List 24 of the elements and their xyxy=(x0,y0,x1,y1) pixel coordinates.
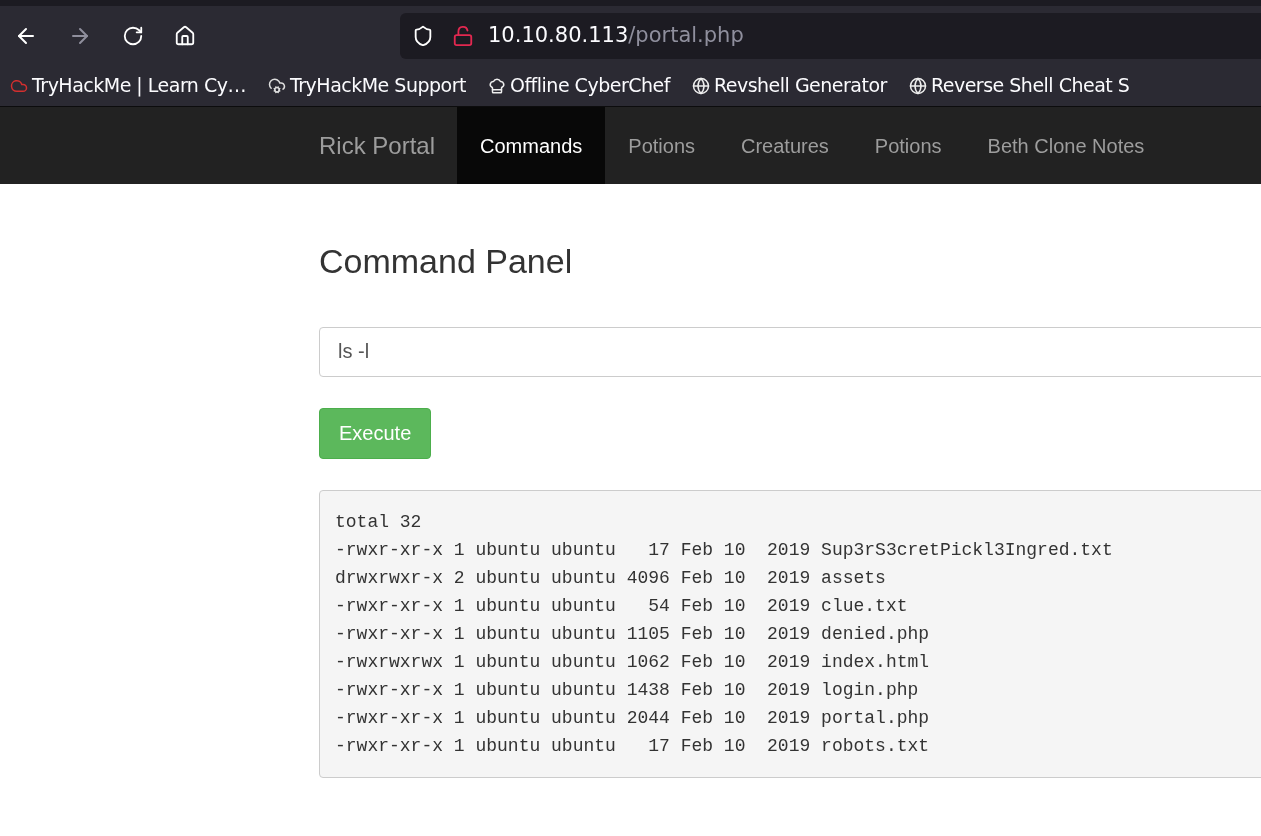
reload-icon[interactable] xyxy=(122,24,144,47)
nav-tab[interactable]: Commands xyxy=(457,107,606,184)
brand-link[interactable]: Rick Portal xyxy=(319,107,436,184)
chef-hat-icon xyxy=(487,76,506,95)
url-text: 10.10.80.113/portal.php xyxy=(488,21,744,49)
page-heading: Command Panel xyxy=(319,241,574,282)
command-field[interactable]: ls -l xyxy=(319,326,1261,377)
cloud-gear-icon xyxy=(267,76,286,95)
bookmark[interactable]: TryHackMe Support xyxy=(267,71,466,100)
lock-icon xyxy=(452,24,474,47)
nav-tab[interactable]: Beth Clone Notes xyxy=(964,107,1168,184)
nav-tab[interactable]: Potions xyxy=(851,107,965,184)
shield-icon xyxy=(412,24,434,47)
address-bar[interactable]: 10.10.80.113/portal.php xyxy=(400,12,1261,59)
globe-icon xyxy=(691,76,710,95)
globe-icon xyxy=(908,76,927,95)
bookmark[interactable]: Reverse Shell Cheat S xyxy=(908,71,1130,100)
nav-tab[interactable]: Potions xyxy=(605,107,718,184)
bookmark[interactable]: TryHackMe | Learn Cy… xyxy=(10,71,246,100)
command-output: total 32 -rwxr-xr-x 1 ubuntu ubuntu 17 Feb 10 2019 Sup3rS3cretPickl3Ingred.txt drwxrwxr-x 2 ubuntu ubuntu 4096 Feb 10 2019 assets -rwxr-xr-x 1 ubuntu ubuntu 54 Feb 10 2019 clue.txt -rwxr-xr-x 1 ubuntu ubuntu 1105 Feb 10 2019 denied.php -rwxrwxrwx 1 ubuntu ubuntu 1062 Feb 10 2019 index.html -rwxr-xr-x 1 ubuntu ubuntu 1438 Feb 10 2019 login.php -rwxr-xr-x 1 ubuntu ubuntu 2044 Feb 10 2019 portal.php -rwxr-xr-x 1 ubuntu ubuntu 17 Feb 10 2019 robots.txt xyxy=(319,489,1261,778)
home-icon[interactable] xyxy=(174,24,196,47)
bookmark[interactable]: Revshell Generator xyxy=(691,71,887,100)
nav-tab[interactable]: Creatures xyxy=(718,107,852,184)
bookmark[interactable]: Offline CyberChef xyxy=(487,71,670,100)
